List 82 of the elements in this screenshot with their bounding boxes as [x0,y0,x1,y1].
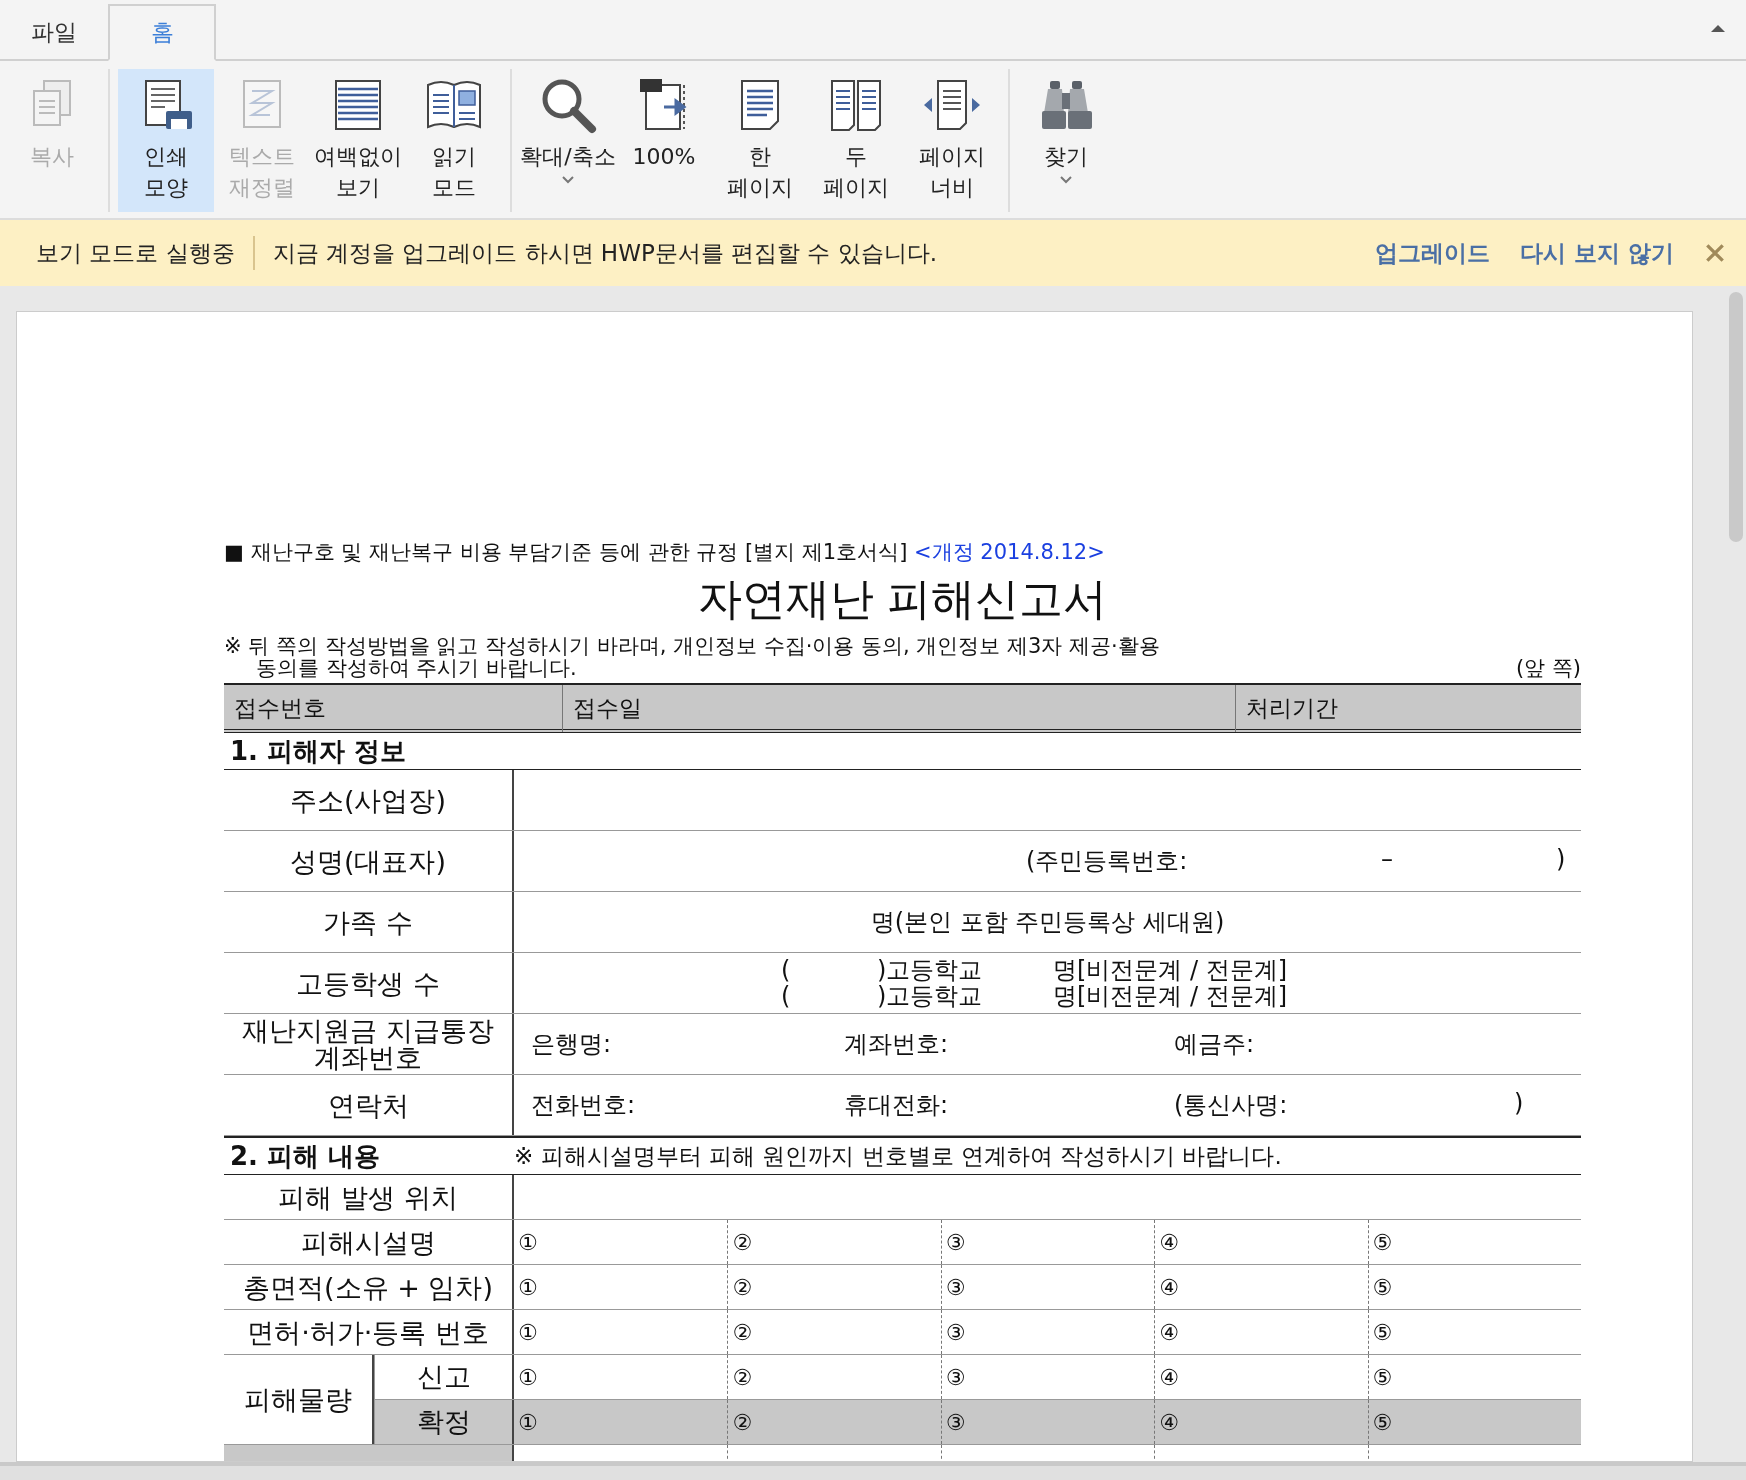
table-cell-text: ① [517,1408,539,1437]
horizontal-scrollbar[interactable] [0,1462,1746,1480]
row-label: 고등학생 수 [224,953,514,1013]
ribbon-button[interactable]: 페이지 너비 [904,69,1000,212]
row-label: 피해시설명 [224,1220,514,1264]
table-cell-text: ① [517,1273,539,1302]
table-cell-text: ① [517,1363,539,1392]
collapse-icon[interactable] [1710,23,1726,33]
field-label: )고등학교 [877,983,984,1009]
field-label: 명[비전문계 / 전문계] [1053,957,1288,983]
field-label: – [1381,845,1394,875]
scrollbar-thumb[interactable] [1729,292,1743,542]
field-label: ) [1556,845,1567,875]
table-cell: ④ [1154,1220,1368,1264]
table-cell: ② [727,1400,941,1444]
table-cell: ③ [940,1400,1155,1444]
row-label: 재난지원금 지급통장 계좌번호 [224,1014,514,1074]
table-cell: ③ [940,1220,1155,1264]
field-label: 전화번호: [531,1090,637,1121]
field-label: ) [1514,1089,1525,1119]
table-cell: ⑤ [1367,1265,1581,1309]
field-label: (주민등록번호: [1026,846,1189,877]
table-cell: ③ [940,1310,1155,1354]
field-label: )고등학교 [877,957,984,983]
section-note: ※ 피해시설명부터 피해 원인까지 번호별로 연계하여 작성하시기 바랍니다. [514,1142,1282,1171]
form-title: 자연재난 피해신고서 [696,572,1109,626]
banner-link[interactable]: 업그레이드 [1375,237,1490,269]
field-label: 계좌번호: [844,1029,950,1060]
row-label: 가족 수 [224,892,514,952]
row-label: 피해 발생 위치 [224,1175,514,1219]
table-cell: ② [727,1265,941,1309]
table-header-cell: 처리기간 [1235,685,1581,732]
table-cell: ② [727,1220,941,1264]
ribbon-button[interactable]: 100% [616,69,712,212]
field-label: 예금주: [1174,1029,1256,1060]
table-cell: ② [727,1355,941,1399]
banner-message: 지금 계정을 업그레이드 하시면 HWP문서를 편집할 수 있습니다. [272,238,938,268]
ribbon-tab[interactable]: 홈 [108,4,216,61]
row-label: 총면적(소유 + 임차) [224,1265,514,1309]
row-label: 성명(대표자) [224,831,514,891]
banner-mode-text: 보기 모드로 실행중 [36,238,235,268]
field-label: ( [781,983,792,1009]
ribbon-tab[interactable]: 파일 [0,4,108,61]
table-cell: ② [727,1310,941,1354]
regulation-line: ■ 재난구호 및 재난복구 비용 부담기준 등에 관한 규정 [별지 제1호서식] <개정 2014.8.12> [224,539,1106,566]
table-cell: ⑤ [1367,1355,1581,1399]
ribbon-button[interactable]: 인쇄 모양 [118,69,214,212]
ribbon-button[interactable]: 확대/축소 [520,69,616,212]
table-cell-text: ① [517,1228,539,1257]
banner-link[interactable]: 다시 보지 않기 [1520,237,1674,269]
table-cell: ④ [1154,1265,1368,1309]
table-cell: ③ [940,1355,1155,1399]
table-header-cell: 접수일 [562,685,1235,732]
section-title: 2. 피해 내용 [230,1140,382,1173]
table-cell: ⑤ [1367,1310,1581,1354]
table-cell: ④ [1154,1355,1368,1399]
section-title: 1. 피해자 정보 [224,733,1581,770]
ribbon-button[interactable]: 한 페이지 [712,69,808,212]
ribbon-button[interactable]: 여백없이 보기 [310,69,406,212]
ribbon-button[interactable]: 두 페이지 [808,69,904,212]
field-label: 휴대전화: [844,1090,950,1121]
table-cell: ⑤ [1367,1400,1581,1444]
table-cell-text: ① [517,1318,539,1347]
ribbon-button[interactable]: 읽기 모드 [406,69,502,212]
close-icon[interactable] [1704,242,1726,264]
table-cell: ④ [1154,1400,1368,1444]
table-cell: ④ [1154,1310,1368,1354]
field-label: 명[비전문계 / 전문계] [1053,983,1288,1009]
row-label: 면허·허가·등록 번호 [224,1310,514,1354]
table-header-cell-text: 접수번호 [233,694,327,723]
field-label: (통신사명: [1174,1090,1289,1121]
field-label: 명(본인 포함 주민등록상 세대원) [869,907,1226,938]
row-sublabel: 확정 [374,1400,514,1444]
table-cell: ⑤ [1367,1220,1581,1264]
field-label: ( [781,957,792,983]
field-label: 은행명: [531,1029,613,1060]
form-notice: ※ 뒤 쪽의 작성방법을 읽고 작성하시기 바라며, 개인정보 수집·이용 동의, 개인정보 제3자 제공·활용 동의를 작성하여 주시기 바랍니다. [224,635,1161,679]
ribbon-button[interactable]: 찾기 [1018,69,1114,212]
page-side-label: (앞 쪽) [1515,657,1581,679]
table-cell: ③ [940,1265,1155,1309]
row-label: 연락처 [224,1075,514,1135]
row-label: 주소(사업장) [224,770,514,830]
